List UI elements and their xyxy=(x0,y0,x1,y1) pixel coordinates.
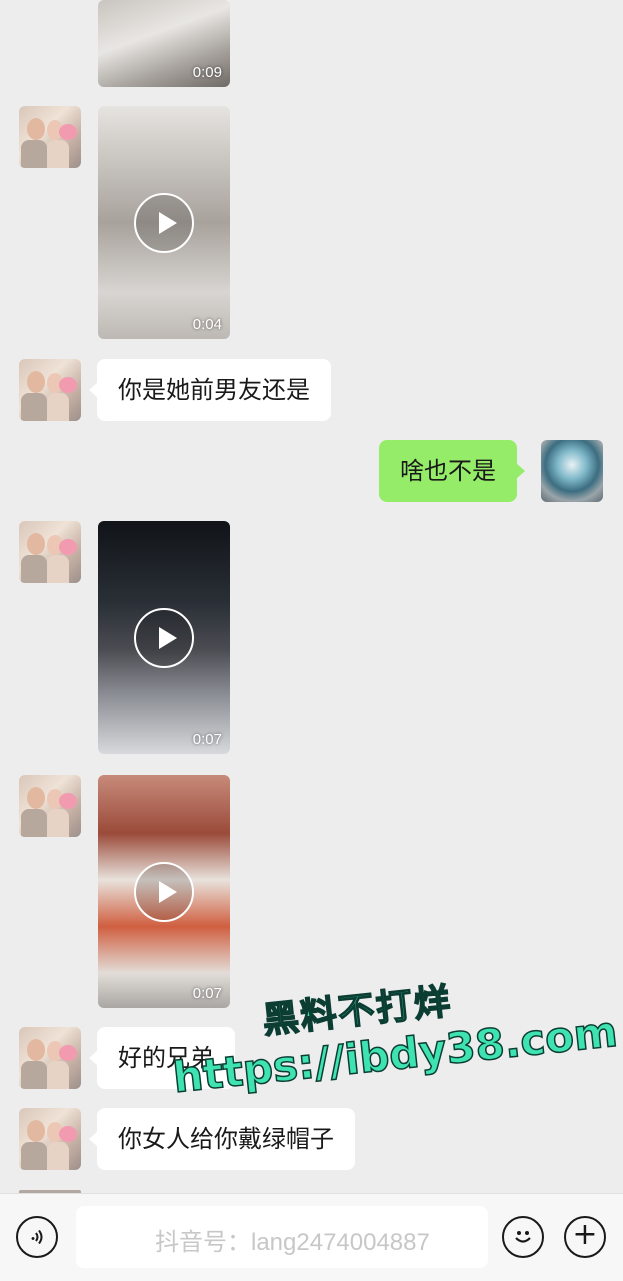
play-icon[interactable] xyxy=(134,861,194,922)
avatar[interactable] xyxy=(19,1108,81,1170)
video-message[interactable]: 0:07 xyxy=(98,775,230,1008)
received-message-bubble[interactable]: 你是她前男友还是 xyxy=(89,359,331,421)
video-duration: 0:07 xyxy=(192,731,222,748)
avatar[interactable] xyxy=(19,106,81,168)
avatar[interactable] xyxy=(19,775,81,837)
video-message[interactable]: 0:09 xyxy=(98,0,230,87)
video-message[interactable]: 0:04 xyxy=(98,106,230,339)
avatar[interactable] xyxy=(19,359,81,421)
video-duration: 0:09 xyxy=(192,64,222,81)
avatar[interactable] xyxy=(19,1027,81,1089)
video-duration: 0:04 xyxy=(192,316,222,333)
received-message-bubble[interactable]: 你女人给你戴绿帽子 xyxy=(89,1108,355,1170)
plus-icon[interactable]: + xyxy=(564,1216,606,1258)
play-icon[interactable] xyxy=(134,192,194,253)
emoji-icon[interactable] xyxy=(502,1216,544,1258)
douyin-watermark: 抖音号：lang2474004887 xyxy=(155,1229,430,1256)
avatar[interactable] xyxy=(19,521,81,583)
play-icon[interactable] xyxy=(134,607,194,668)
my-avatar[interactable] xyxy=(541,440,603,502)
voice-icon[interactable] xyxy=(16,1216,58,1258)
video-message[interactable]: 0:07 xyxy=(98,521,230,754)
video-duration: 0:07 xyxy=(192,985,222,1002)
sent-message-bubble[interactable]: 啥也不是 xyxy=(379,440,525,502)
